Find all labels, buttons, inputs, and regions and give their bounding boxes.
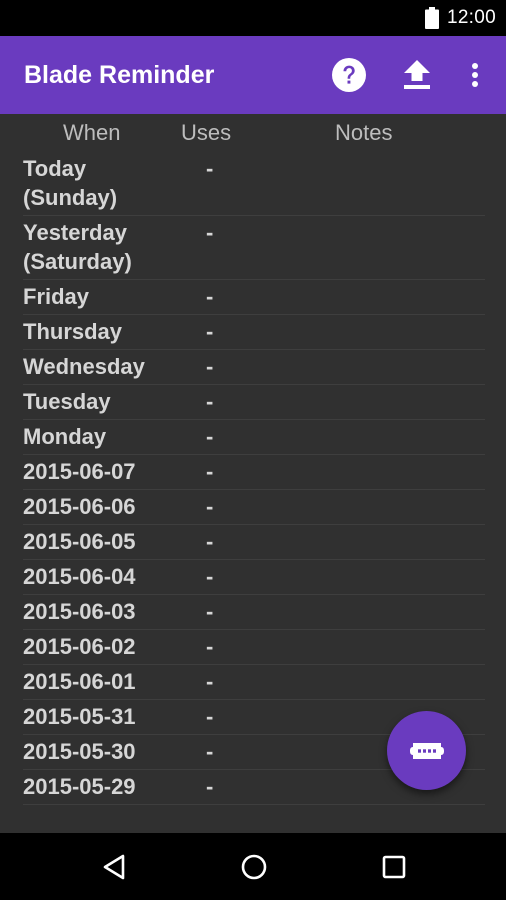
cell-uses: -: [206, 494, 214, 519]
table-row[interactable]: 2015-06-04 -: [23, 560, 485, 595]
table-row[interactable]: 2015-06-06 -: [23, 490, 485, 525]
cell-uses: -: [206, 424, 214, 449]
cell-uses: -: [206, 704, 214, 729]
upload-icon: [404, 60, 430, 89]
table-row[interactable]: Monday -: [23, 420, 485, 455]
cell-uses: -: [206, 564, 214, 589]
table-row[interactable]: 2015-06-07 -: [23, 455, 485, 490]
cell-when: 2015-06-06: [23, 494, 136, 519]
table-row[interactable]: 2015-06-05 -: [23, 525, 485, 560]
header-uses: Uses: [181, 120, 232, 145]
cell-uses: -: [206, 529, 214, 554]
cell-when: 2015-05-31: [23, 704, 136, 729]
cell-uses: -: [206, 739, 214, 764]
table-row[interactable]: Today (Sunday) -: [23, 152, 485, 216]
cell-uses: -: [206, 669, 214, 694]
battery-icon: [424, 7, 439, 29]
cell-when: Tuesday: [23, 389, 111, 414]
table-row[interactable]: Friday -: [23, 280, 485, 315]
cell-uses: -: [206, 634, 214, 659]
help-icon: [332, 58, 366, 92]
status-icons: 12:00: [424, 6, 496, 30]
table-row[interactable]: Tuesday -: [23, 385, 485, 420]
table-row[interactable]: 2015-06-03 -: [23, 595, 485, 630]
navigation-bar: [0, 833, 506, 900]
cell-when: 2015-06-03: [23, 599, 136, 624]
cell-when: 2015-06-04: [23, 564, 136, 589]
cell-uses: -: [206, 389, 214, 414]
recents-button[interactable]: [377, 850, 411, 884]
home-icon: [241, 854, 267, 880]
cell-when: Monday: [23, 424, 107, 449]
cell-uses: -: [206, 459, 214, 484]
table-row[interactable]: Yesterday (Saturday) -: [23, 216, 485, 280]
app-bar: Blade Reminder: [0, 36, 506, 114]
cell-uses: -: [206, 774, 214, 799]
table-header: When Uses Notes: [0, 114, 506, 152]
header-notes: Notes: [335, 120, 393, 145]
status-bar: 12:00: [0, 0, 506, 36]
cell-uses: -: [206, 284, 214, 309]
cell-when: 2015-06-01: [23, 669, 136, 694]
back-icon: [103, 854, 125, 880]
cell-uses: -: [206, 319, 214, 344]
cell-uses: -: [206, 354, 214, 379]
back-button[interactable]: [97, 850, 131, 884]
cell-when: 2015-05-30: [23, 739, 136, 764]
cell-when: 2015-06-05: [23, 529, 136, 554]
table-row[interactable]: Thursday -: [23, 315, 485, 350]
cell-uses: -: [206, 599, 214, 624]
table-row[interactable]: 2015-06-01 -: [23, 665, 485, 700]
cell-when: Today (Sunday): [23, 156, 118, 210]
more-vert-icon: [472, 63, 478, 87]
table-body: Today (Sunday) - Yesterday (Saturday) - Frid…: [0, 152, 506, 805]
home-button[interactable]: [237, 850, 271, 884]
app-title: Blade Reminder: [24, 61, 215, 89]
cell-when: 2015-05-29: [23, 774, 136, 799]
cell-when: Thursday: [23, 319, 123, 344]
add-shave-fab[interactable]: [387, 711, 466, 790]
help-button[interactable]: [331, 57, 367, 93]
cell-uses: -: [206, 220, 214, 245]
overflow-menu-button[interactable]: [462, 57, 488, 93]
table-row[interactable]: Wednesday -: [23, 350, 485, 385]
upload-button[interactable]: [399, 57, 435, 93]
razor-blade-icon: [409, 742, 444, 759]
clock: 12:00: [446, 7, 496, 28]
cell-when: Friday: [23, 284, 90, 309]
recents-icon: [382, 855, 406, 879]
cell-when: 2015-06-02: [23, 634, 136, 659]
cell-when: 2015-06-07: [23, 459, 136, 484]
cell-uses: -: [206, 156, 214, 181]
table-row[interactable]: 2015-06-02 -: [23, 630, 485, 665]
cell-when: Wednesday: [23, 354, 145, 379]
cell-when: Yesterday (Saturday): [23, 220, 132, 274]
header-when: When: [63, 120, 121, 145]
